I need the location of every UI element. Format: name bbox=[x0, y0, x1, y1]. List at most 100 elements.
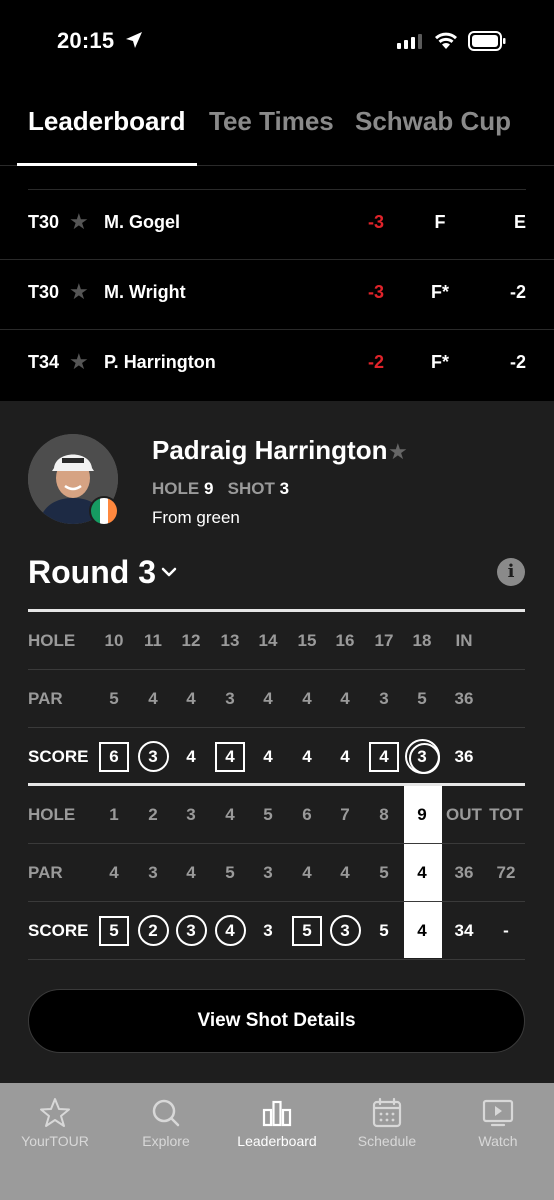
leaderboard-row[interactable]: T30 ★ M. Gogel -3 F E bbox=[0, 190, 554, 260]
cell-value: 3 bbox=[225, 689, 235, 708]
in-label: IN bbox=[455, 631, 473, 650]
battery-icon bbox=[468, 31, 506, 51]
nav-label: Leaderboard bbox=[237, 1133, 317, 1149]
cell-value: 6 bbox=[109, 747, 119, 766]
leaderboard-row[interactable]: T34 ★ P. Harrington -2 F* -2 bbox=[0, 330, 554, 400]
par-value: 4 bbox=[327, 670, 363, 727]
score-value: 4 bbox=[212, 902, 248, 959]
favorite-star-icon[interactable]: ★ bbox=[388, 439, 408, 465]
score-value: 5 bbox=[366, 902, 402, 959]
cell-value: 10 bbox=[104, 631, 124, 650]
cell-value: 5 bbox=[417, 689, 427, 708]
hole-number: 7 bbox=[327, 786, 363, 843]
cell-value: 2 bbox=[148, 805, 158, 824]
player-card: Padraig Harrington ★ HOLE 9 SHOT 3 From … bbox=[0, 401, 554, 1083]
player-round-score: -2 bbox=[509, 352, 526, 372]
favorite-star-icon[interactable]: ★ bbox=[69, 211, 89, 233]
tab-tee-times[interactable]: Tee Times bbox=[209, 106, 334, 137]
search-icon bbox=[152, 1099, 180, 1127]
player-thru: F* bbox=[431, 282, 449, 302]
cell-value: 7 bbox=[340, 805, 350, 824]
score-value: 4 bbox=[404, 902, 440, 959]
leaderboard-row[interactable]: T30 ★ M. Wright -3 F* -2 bbox=[0, 260, 554, 330]
par-value: 4 bbox=[404, 844, 440, 901]
star-icon bbox=[40, 1098, 70, 1127]
hole-number: 13 bbox=[212, 612, 248, 669]
back-par-row: PAR 5 4 4 3 4 4 4 3 5 36 bbox=[28, 670, 525, 728]
cell-value: 5 bbox=[263, 805, 273, 824]
nav-watch[interactable]: Watch bbox=[443, 1083, 553, 1200]
hole-number: 10 bbox=[96, 612, 132, 669]
hole-number: 9 bbox=[404, 786, 440, 843]
favorite-star-icon[interactable]: ★ bbox=[69, 281, 89, 303]
cell-value: 13 bbox=[220, 631, 240, 650]
player-thru: F bbox=[434, 212, 446, 232]
par-out-total: 36 bbox=[454, 863, 474, 882]
cell-value: 3 bbox=[263, 921, 273, 940]
par-value: 4 bbox=[289, 670, 325, 727]
nav-yourtour[interactable]: YourTOUR bbox=[0, 1083, 110, 1200]
nav-schedule[interactable]: Schedule bbox=[332, 1083, 442, 1200]
score-value: 5 bbox=[96, 902, 132, 959]
par-grand-total: 72 bbox=[496, 863, 516, 882]
cell-value: 2 bbox=[148, 921, 158, 940]
score-value: 3 bbox=[404, 728, 440, 785]
score-value: 3 bbox=[135, 728, 171, 785]
nav-explore[interactable]: Explore bbox=[111, 1083, 221, 1200]
bar-chart-icon bbox=[262, 1100, 292, 1127]
cell-value: 16 bbox=[335, 631, 355, 650]
cell-value: 1 bbox=[109, 805, 119, 824]
hole-number: 9 bbox=[203, 479, 214, 498]
round-selector[interactable]: Round 3 bbox=[28, 554, 156, 591]
player-round-score: E bbox=[513, 212, 526, 232]
hole-label: HOLE bbox=[152, 479, 200, 498]
hole-number: 4 bbox=[212, 786, 248, 843]
tab-leaderboard[interactable]: Leaderboard bbox=[28, 106, 186, 137]
cell-value: 8 bbox=[379, 805, 389, 824]
hole-number: 12 bbox=[173, 612, 209, 669]
cell-value: 4 bbox=[302, 689, 312, 708]
par-value: 4 bbox=[327, 844, 363, 901]
player-name: M. Wright bbox=[104, 282, 186, 302]
cellular-signal-icon bbox=[397, 33, 422, 49]
row-label: HOLE bbox=[28, 805, 76, 824]
score-value: 4 bbox=[212, 728, 248, 785]
cell-value: 4 bbox=[225, 805, 235, 824]
player-full-name: Padraig Harrington bbox=[152, 435, 388, 465]
cell-value: 14 bbox=[258, 631, 278, 650]
ireland-flag-icon bbox=[89, 496, 119, 526]
view-shot-details-button[interactable]: View Shot Details bbox=[28, 989, 525, 1053]
par-value: 4 bbox=[173, 670, 209, 727]
nav-label: Schedule bbox=[357, 1133, 417, 1149]
par-value: 3 bbox=[250, 844, 286, 901]
tab-schwab-cup[interactable]: Schwab Cup bbox=[355, 106, 511, 137]
shot-label: SHOT bbox=[227, 479, 275, 498]
hole-number: 2 bbox=[135, 786, 171, 843]
score-value: 3 bbox=[250, 902, 286, 959]
status-time: 20:15 bbox=[57, 28, 115, 53]
back-hole-row: HOLE 10 11 12 13 14 15 16 17 18 IN bbox=[28, 612, 525, 670]
score-in-total: 36 bbox=[454, 747, 474, 766]
cell-value: 11 bbox=[144, 631, 162, 650]
row-label: PAR bbox=[28, 863, 63, 882]
nav-label: Explore bbox=[142, 1133, 190, 1149]
hole-number: 15 bbox=[289, 612, 325, 669]
chevron-down-icon[interactable] bbox=[160, 565, 178, 579]
bottom-nav: YourTOUR Explore Leaderboard Schedule Wa… bbox=[0, 1083, 554, 1200]
cell-value: 5 bbox=[109, 689, 119, 708]
cell-value: 3 bbox=[186, 921, 196, 940]
nav-leaderboard[interactable]: Leaderboard bbox=[222, 1083, 332, 1200]
out-label: OUT bbox=[446, 805, 482, 824]
hole-number: 18 bbox=[404, 612, 440, 669]
info-icon[interactable]: i bbox=[497, 558, 525, 586]
leaderboard-list: T30 ★ M. Gogel -3 F E T30 ★ M. Wright -3… bbox=[0, 166, 554, 401]
favorite-star-icon[interactable]: ★ bbox=[69, 351, 89, 373]
cell-value: 3 bbox=[263, 863, 273, 882]
par-value: 5 bbox=[96, 670, 132, 727]
player-position: T34 bbox=[28, 352, 60, 372]
cell-value: 17 bbox=[374, 631, 394, 650]
flag-stripe-white bbox=[99, 498, 109, 524]
hole-number: 14 bbox=[250, 612, 286, 669]
nav-label: YourTOUR bbox=[21, 1133, 89, 1149]
cell-value: 4 bbox=[225, 921, 235, 940]
